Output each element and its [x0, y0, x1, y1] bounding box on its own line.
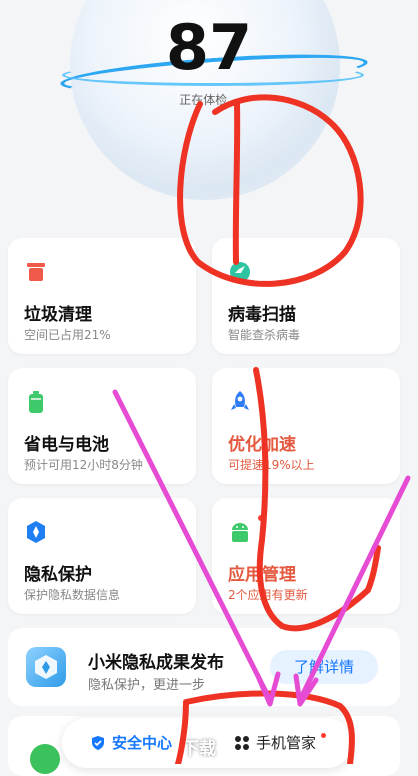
tab-label: 安全中心: [112, 734, 173, 752]
grid-icon: [235, 736, 249, 750]
tab-security-center[interactable]: 安全中心: [90, 732, 172, 753]
card-privacy[interactable]: 隐私保护 保护隐私数据信息: [8, 498, 196, 614]
watermark-text: 下载: [182, 739, 216, 759]
shield-icon: [92, 736, 104, 750]
card-title: 应用管理: [228, 565, 296, 585]
promo-subtitle: 隐私保护，更进一步: [88, 678, 206, 693]
update-badge: [258, 515, 264, 521]
card-app-management[interactable]: 应用管理 2个应用有更新: [212, 498, 400, 614]
promo-title: 小米隐私成果发布: [88, 653, 224, 673]
card-title: 病毒扫描: [228, 305, 296, 325]
learn-more-button[interactable]: 了解详情: [270, 650, 378, 684]
privacy-icon: [27, 521, 45, 543]
card-junk-cleanup[interactable]: 垃圾清理 空间已占用21%: [8, 238, 196, 354]
battery-icon: [29, 391, 43, 413]
card-title: 优化加速: [228, 435, 296, 455]
notification-dot: [321, 733, 327, 738]
shield-check-icon: [230, 262, 250, 282]
health-score: 87: [165, 11, 253, 84]
scan-status: 正在体检...: [179, 93, 239, 107]
card-subtitle: 2个应用有更新: [228, 588, 308, 602]
card-speed-up[interactable]: 优化加速 可提速19%以上: [212, 368, 400, 484]
trash-icon: [27, 263, 45, 281]
wechat-icon: [30, 744, 60, 774]
card-title: 省电与电池: [24, 435, 109, 455]
card-subtitle: 空间已占用21%: [24, 328, 111, 342]
card-battery[interactable]: 省电与电池 预计可用12小时8分钟: [8, 368, 196, 484]
card-title: 隐私保护: [24, 565, 92, 585]
card-subtitle: 预计可用12小时8分钟: [24, 458, 143, 472]
rocket-icon: [231, 391, 249, 410]
card-subtitle: 可提速19%以上: [228, 458, 315, 472]
tab-phone-manager[interactable]: 手机管家: [234, 732, 327, 753]
android-icon: [232, 523, 248, 542]
promo-icon: [26, 647, 66, 687]
promo-banner[interactable]: 小米隐私成果发布 隐私保护，更进一步 了解详情: [8, 628, 400, 706]
tab-label: 手机管家: [256, 734, 317, 752]
card-subtitle: 保护隐私数据信息: [24, 588, 121, 602]
card-virus-scan[interactable]: 病毒扫描 智能查杀病毒: [212, 238, 400, 354]
card-subtitle: 智能查杀病毒: [228, 328, 301, 342]
hero-area: 87 正在体检...: [0, 0, 418, 235]
card-title: 垃圾清理: [24, 305, 92, 325]
